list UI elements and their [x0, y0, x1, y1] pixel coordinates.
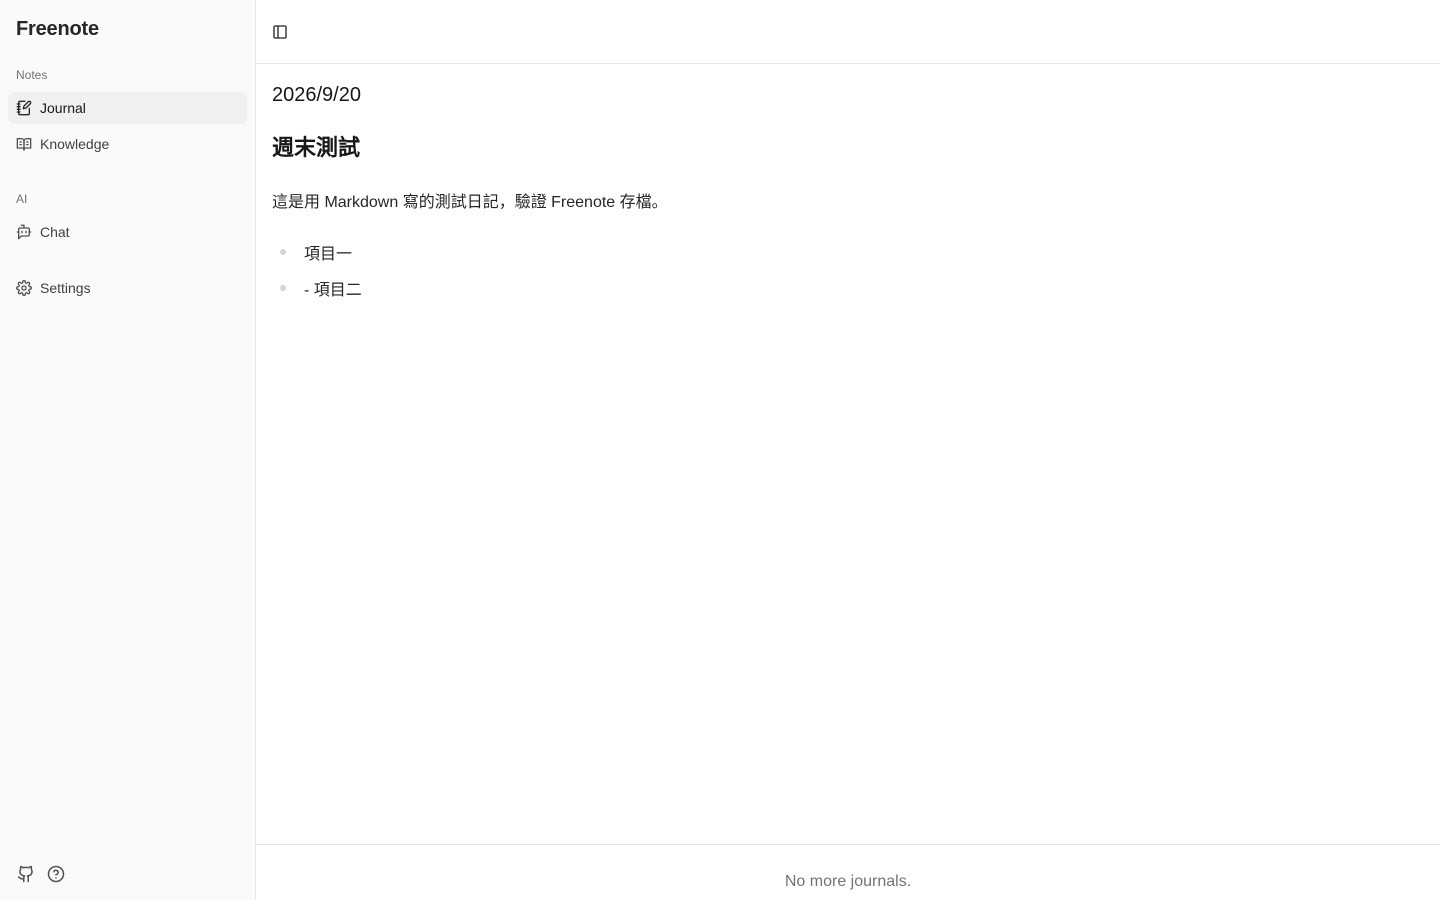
topbar: [256, 0, 1440, 64]
notebook-pen-icon: [16, 100, 32, 116]
group-label-ai: AI: [16, 192, 28, 206]
app-brand: Freenote: [16, 18, 99, 40]
sidebar-item-label: Chat: [40, 224, 70, 240]
no-more-journals-text: No more journals.: [784, 872, 912, 890]
sidebar-footer: [16, 864, 66, 884]
sidebar-item-chat[interactable]: Chat: [8, 216, 247, 248]
github-icon[interactable]: [16, 864, 36, 884]
bullet-dot: [280, 249, 286, 255]
journal-paragraph[interactable]: 這是用 Markdown 寫的測試日記，驗證 Freenote 存檔。: [272, 188, 668, 212]
group-label-notes: Notes: [16, 68, 48, 82]
sidebar-toggle-button[interactable]: [268, 20, 292, 44]
bullet-dot: [280, 285, 286, 291]
sidebar-toggle-icon: [273, 25, 287, 39]
journal-footer: No more journals.: [256, 844, 1440, 900]
main-panel: 2026/9/20 週末測試 這是用 Markdown 寫的測試日記，驗證 Fr…: [256, 0, 1440, 900]
book-open-icon: [16, 136, 32, 152]
help-circle-icon[interactable]: [46, 864, 66, 884]
app-root: Freenote Notes Journal Knowledge AI Chat…: [0, 0, 1440, 900]
journal-title[interactable]: 週末測試: [272, 130, 360, 162]
sidebar-item-settings[interactable]: Settings: [8, 272, 247, 304]
settings-gear-icon: [16, 280, 32, 296]
list-item-text: 項目一: [304, 246, 353, 263]
journal-list: 項目一 - 項目二: [272, 234, 362, 306]
journal-date: 2026/9/20: [272, 84, 361, 106]
list-item[interactable]: - 項目二: [272, 270, 362, 306]
sidebar-item-journal[interactable]: Journal: [8, 92, 247, 124]
bot-message-icon: [16, 224, 32, 240]
sidebar-item-label: Journal: [40, 100, 86, 116]
sidebar-item-label: Settings: [40, 280, 91, 296]
sidebar-item-knowledge[interactable]: Knowledge: [8, 128, 247, 160]
sidebar-item-label: Knowledge: [40, 136, 110, 152]
list-item[interactable]: 項目一: [272, 234, 362, 270]
sidebar: Freenote Notes Journal Knowledge AI Chat…: [0, 0, 256, 900]
list-item-text: - 項目二: [304, 282, 362, 299]
